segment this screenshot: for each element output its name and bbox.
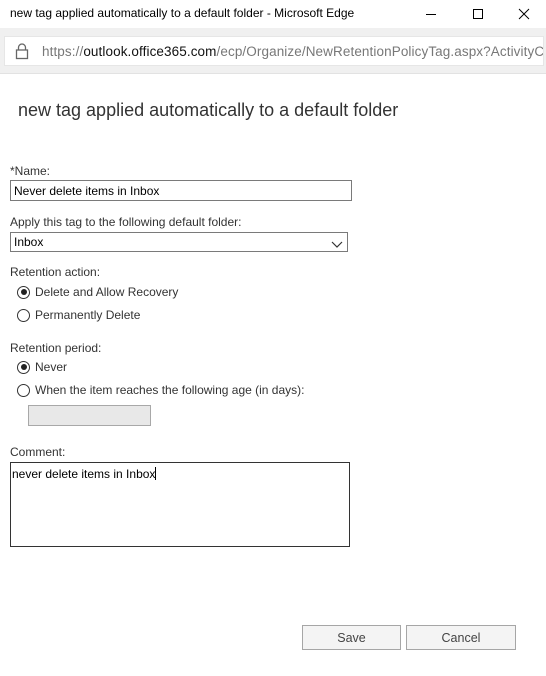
folder-select-value: Inbox (14, 235, 44, 249)
cancel-button[interactable]: Cancel (406, 625, 516, 650)
radio-item-age[interactable]: When the item reaches the following age … (17, 383, 304, 397)
url-text: https://outlook.office365.com/ecp/Organi… (42, 44, 544, 59)
lock-icon (15, 43, 29, 65)
minimize-button[interactable] (408, 0, 454, 28)
url-prefix: https:// (42, 44, 84, 59)
name-input[interactable]: Never delete items in Inbox (10, 180, 352, 201)
radio-button[interactable] (17, 308, 30, 322)
comment-textarea[interactable]: never delete items in Inbox (10, 462, 350, 547)
name-label: *Name: (10, 164, 51, 178)
radio-label: Delete and Allow Recovery (35, 285, 179, 299)
window-title: new tag applied automatically to a defau… (10, 6, 355, 20)
radio-label: When the item reaches the following age … (35, 383, 305, 397)
folder-label: Apply this tag to the following default … (10, 215, 242, 229)
comment-text: never delete items in Inbox (12, 467, 156, 481)
url-path: /ecp/Organize/NewRetentionPolicyTag.aspx… (216, 44, 544, 59)
radio-label: Permanently Delete (35, 308, 141, 322)
comment-label: Comment: (10, 445, 66, 459)
retention-period-label: Retention period: (10, 341, 102, 355)
folder-select[interactable]: Inbox (10, 232, 348, 252)
close-button[interactable] (501, 0, 546, 28)
radio-delete-allow-recovery[interactable]: Delete and Allow Recovery (17, 285, 178, 299)
chevron-down-icon (331, 238, 343, 252)
retention-action-label: Retention action: (10, 265, 101, 279)
radio-button-checked[interactable] (17, 360, 30, 374)
maximize-icon (473, 9, 483, 19)
radio-permanently-delete[interactable]: Permanently Delete (17, 308, 140, 322)
save-button[interactable]: Save (302, 625, 401, 650)
url-field[interactable]: https://outlook.office365.com/ecp/Organi… (4, 36, 544, 66)
address-bar: https://outlook.office365.com/ecp/Organi… (0, 28, 546, 74)
close-icon (518, 8, 530, 20)
text-cursor (155, 467, 157, 480)
radio-never[interactable]: Never (17, 360, 67, 374)
minimize-icon (426, 14, 436, 15)
page-title: new tag applied automatically to a defau… (18, 100, 399, 120)
radio-button-checked[interactable] (17, 285, 30, 299)
age-days-input[interactable] (28, 405, 151, 426)
window-titlebar: new tag applied automatically to a defau… (0, 0, 546, 28)
radio-button[interactable] (17, 383, 30, 397)
maximize-button[interactable] (455, 0, 501, 28)
url-host: outlook.office365.com (83, 44, 217, 59)
radio-label: Never (35, 360, 68, 374)
